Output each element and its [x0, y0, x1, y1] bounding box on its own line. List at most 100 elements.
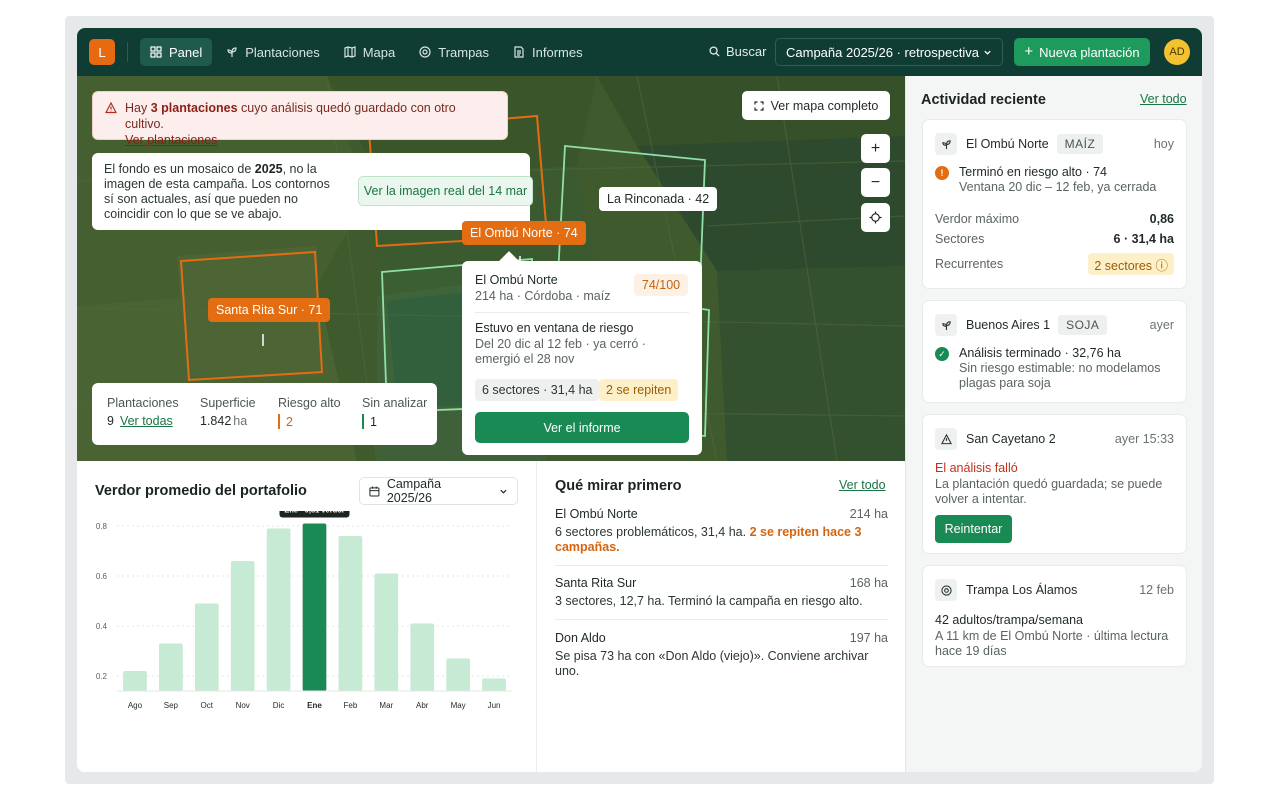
recent-activity-sidebar: Actividad reciente Ver todo El Ombú Nort…	[905, 76, 1202, 772]
activity-time: hoy	[1153, 137, 1174, 151]
y-tick-label: 0.4	[96, 622, 108, 631]
map-icon	[344, 46, 356, 58]
alert-icon: !	[935, 166, 949, 180]
stat-value: 1.842 ha	[200, 414, 256, 428]
nav-plantaciones[interactable]: Plantaciones	[216, 38, 329, 66]
zoom-out-button[interactable]: −	[861, 168, 890, 197]
x-tick-label: Feb	[344, 701, 358, 710]
priority-area: 168 ha	[849, 576, 888, 590]
greenness-bar-chart: 0.2 0.4 0.6 0.8 Ago Sep Oct Nov Dic Ene Ene · 0,81…	[96, 511, 512, 710]
x-tick-label: Jun	[488, 701, 501, 710]
activity-card-san-cayetano[interactable]: San Cayetano 2 ayer 15:33 El análisis fa…	[922, 414, 1187, 554]
bar	[266, 528, 291, 691]
activity-time: 12 feb	[1139, 583, 1174, 597]
document-icon	[514, 46, 524, 58]
activity-card-el-ombu[interactable]: El Ombú Norte MAÍZ hoy ! Terminó en ries…	[922, 119, 1187, 289]
chart-campaign-select[interactable]: Campaña 2025/26	[359, 477, 518, 505]
unanalyzed-bar	[362, 414, 364, 429]
view-report-button[interactable]: Ver el informe	[475, 412, 689, 443]
locate-button[interactable]	[861, 203, 890, 232]
app: L Panel Plantaciones Mapa Trampas Inform…	[77, 28, 1202, 772]
nav-label: Trampas	[438, 44, 490, 60]
activity-name: Trampa Los Álamos	[966, 583, 1078, 597]
priority-desc: 6 sectores problemáticos, 31,4 ha. 2 se …	[555, 525, 888, 555]
map-view[interactable]: Hay 3 plantaciones cuyo análisis quedó g…	[77, 76, 905, 461]
activity-status: ✓ Análisis terminado · 32,76 ha Sin ries…	[935, 346, 1174, 391]
priority-item[interactable]: Don Aldo 197 ha Se pisa 73 ha con «Don Al…	[555, 631, 888, 679]
search-label: Buscar	[726, 44, 767, 59]
search-button[interactable]: Buscar	[709, 44, 766, 59]
activity-head: Trampa Los Álamos 12 feb	[935, 578, 1174, 602]
stat-plantaciones: Plantaciones 9 Ver todas	[107, 396, 179, 428]
nav-informes[interactable]: Informes	[503, 38, 593, 66]
tooltip-text: Ene · 0,81 verdor	[284, 511, 345, 515]
view-all-plantations-link[interactable]: Ver todas	[120, 414, 173, 428]
bar	[194, 603, 219, 691]
priority-item[interactable]: El Ombú Norte 214 ha 6 sectores problemát…	[555, 507, 888, 555]
priorities-view-all-link[interactable]: Ver todo	[839, 478, 886, 492]
warning-icon	[935, 428, 957, 450]
calendar-icon	[369, 486, 380, 497]
view-plantations-link[interactable]: Ver plantaciones	[125, 133, 217, 147]
status-text: Terminó en riesgo alto · 74	[959, 165, 1107, 179]
priority-desc: Se pisa 73 ha con «Don Aldo (viejo)». Co…	[555, 649, 869, 678]
app-logo[interactable]: L	[89, 39, 115, 65]
x-tick-label: Mar	[379, 701, 393, 710]
nav-panel[interactable]: Panel	[140, 38, 213, 66]
kv-key: Recurrentes	[935, 257, 1004, 271]
new-plantation-button[interactable]: + Nueva plantación	[1014, 38, 1150, 66]
bar	[230, 561, 255, 691]
activity-card-buenos-aires[interactable]: Buenos Aires 1 SOJA ayer ✓ Análisis term…	[922, 300, 1187, 403]
bar	[446, 658, 470, 691]
recurrent-chip[interactable]: 2 sectores ⓘ	[1088, 253, 1174, 275]
kv-key: Sectores	[935, 232, 985, 246]
divider	[475, 312, 689, 313]
field-label-la-rinconada[interactable]: La Rinconada · 42	[599, 187, 718, 211]
bar	[302, 523, 327, 691]
portfolio-stats-card: Plantaciones 9 Ver todas Superficie 1.842…	[92, 383, 437, 445]
kv-value: 6 · 31,4 ha	[1113, 232, 1174, 246]
status-text: 42 adultos/trampa/semana	[935, 613, 1084, 627]
full-map-label: Ver mapa completo	[770, 98, 879, 113]
target-icon	[935, 579, 957, 601]
nav-mapa[interactable]: Mapa	[334, 38, 406, 66]
stat-label: Plantaciones	[107, 396, 179, 410]
field-label-el-ombu-norte[interactable]: El Ombú Norte · 74	[462, 221, 586, 245]
avatar[interactable]: AD	[1164, 39, 1190, 65]
campaign-select[interactable]: Campaña 2025/26 · retrospectiva	[775, 38, 1003, 66]
risk-window-detail: Del 20 dic al 12 feb · ya cerró · emergi…	[475, 337, 646, 366]
y-tick-label: 0.6	[96, 572, 108, 581]
x-tick-label: Ago	[128, 701, 143, 710]
crop-mismatch-alert: Hay 3 plantaciones cuyo análisis quedó g…	[92, 91, 508, 147]
stat-number: 9	[107, 414, 114, 428]
activity-status: 42 adultos/trampa/semana A 11 km de El O…	[935, 613, 1174, 659]
chart-title: Verdor promedio del portafolio	[95, 483, 307, 499]
activity-head: San Cayetano 2 ayer 15:33	[935, 427, 1174, 451]
activity-name: Buenos Aires 1	[966, 318, 1051, 332]
zoom-in-button[interactable]: +	[861, 134, 890, 163]
field-label-santa-rita-sur[interactable]: Santa Rita Sur · 71	[208, 298, 331, 322]
risk-bar	[278, 414, 280, 429]
info-year: 2025	[254, 162, 283, 176]
activity-status: El análisis falló La plantación quedó gu…	[935, 461, 1174, 507]
nav-trampas[interactable]: Trampas	[409, 38, 499, 66]
sectors-chip: 6 sectores · 31,4 ha	[475, 379, 600, 401]
divider	[127, 42, 128, 62]
activity-name: San Cayetano 2	[966, 432, 1056, 446]
full-map-button[interactable]: Ver mapa completo	[742, 91, 890, 120]
stat-sin-analizar: Sin analizar 1	[362, 396, 427, 429]
mosaic-info-card: El fondo es un mosaico de 2025, no la im…	[92, 153, 533, 230]
sprout-icon	[935, 314, 957, 336]
activity-card-trampa[interactable]: Trampa Los Álamos 12 feb 42 adultos/tram…	[922, 565, 1187, 667]
alert-count: 3 plantaciones	[150, 101, 238, 115]
retry-button[interactable]: Reintentar	[935, 515, 1012, 543]
priority-item[interactable]: Santa Rita Sur 168 ha 3 sectores, 12,7 ha…	[555, 576, 888, 609]
greenness-chart-panel: Verdor promedio del portafolio Campaña 2…	[77, 461, 536, 772]
sidebar-view-all-link[interactable]: Ver todo	[1140, 92, 1187, 106]
x-tick-label: Dic	[273, 701, 285, 710]
plus-icon: +	[1024, 43, 1034, 60]
priority-name: Don Aldo	[555, 631, 606, 645]
status-text: Análisis terminado · 32,76 ha	[959, 346, 1121, 360]
priority-area: 197 ha	[849, 631, 888, 645]
view-real-image-button[interactable]: Ver la imagen real del 14 mar	[358, 176, 533, 206]
